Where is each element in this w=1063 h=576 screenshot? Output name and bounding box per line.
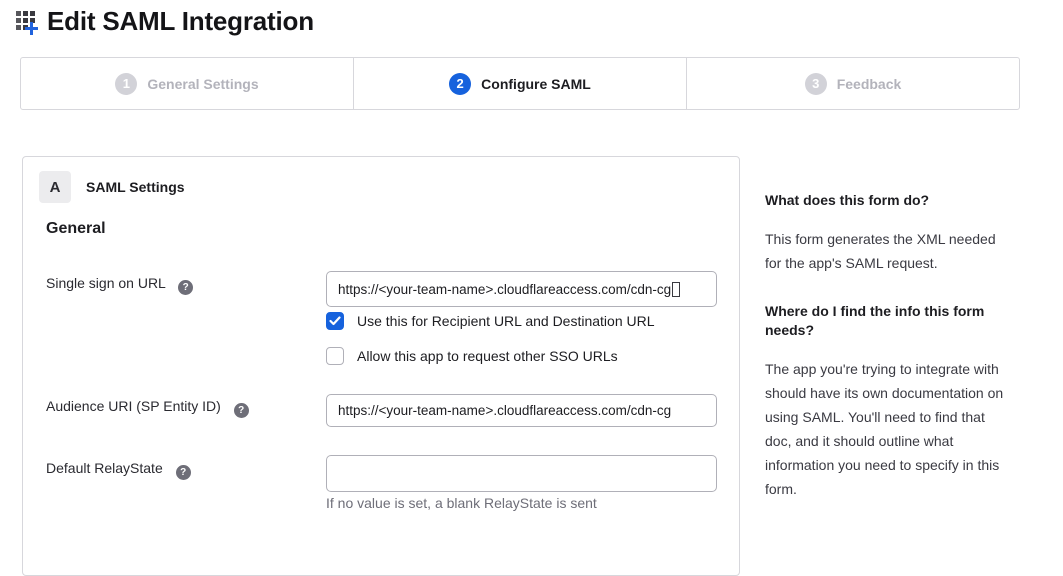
section-letter-badge: A <box>39 171 71 203</box>
audience-uri-label: Audience URI (SP Entity ID) ? <box>46 398 249 418</box>
text-cursor <box>672 282 680 297</box>
step-number-badge: 1 <box>115 73 137 95</box>
sso-url-input[interactable]: https://<your-team-name>.cloudflareacces… <box>326 271 717 307</box>
step-number-badge: 2 <box>449 73 471 95</box>
app-grid-plus-icon <box>16 8 43 36</box>
panel-header: A SAML Settings <box>39 171 185 203</box>
checkbox-label: Use this for Recipient URL and Destinati… <box>357 313 655 329</box>
section-title: SAML Settings <box>86 179 185 195</box>
wizard-steps: 1 General Settings 2 Configure SAML 3 Fe… <box>20 57 1020 110</box>
checkbox-unchecked-icon[interactable] <box>326 347 344 365</box>
saml-settings-panel: A SAML Settings General Single sign on U… <box>22 156 740 576</box>
step-configure-saml[interactable]: 2 Configure SAML <box>353 58 686 109</box>
group-heading-general: General <box>46 220 106 238</box>
recipient-url-checkbox-row[interactable]: Use this for Recipient URL and Destinati… <box>326 312 655 330</box>
step-label: Configure SAML <box>481 76 591 92</box>
sidebar-heading: Where do I find the info this form needs… <box>765 302 1013 340</box>
step-label: Feedback <box>837 76 902 92</box>
step-label: General Settings <box>147 76 258 92</box>
checkbox-checked-icon[interactable] <box>326 312 344 330</box>
relay-state-label: Default RelayState ? <box>46 460 191 480</box>
audience-uri-input[interactable]: https://<your-team-name>.cloudflareacces… <box>326 394 717 427</box>
audience-uri-value: https://<your-team-name>.cloudflareacces… <box>338 403 671 418</box>
sidebar-heading: What does this form do? <box>765 191 1013 210</box>
page-title: Edit SAML Integration <box>47 6 314 37</box>
help-sidebar: What does this form do? This form genera… <box>765 191 1013 528</box>
sso-url-value: https://<your-team-name>.cloudflareacces… <box>338 282 671 297</box>
step-number-badge: 3 <box>805 73 827 95</box>
sidebar-paragraph: The app you're trying to integrate with … <box>765 357 1013 501</box>
relay-state-hint: If no value is set, a blank RelayState i… <box>326 495 597 511</box>
page-header: Edit SAML Integration <box>16 6 314 37</box>
help-icon[interactable]: ? <box>234 403 249 418</box>
relay-state-input[interactable] <box>326 455 717 492</box>
sso-url-label: Single sign on URL ? <box>46 275 193 295</box>
help-icon[interactable]: ? <box>178 280 193 295</box>
help-icon[interactable]: ? <box>176 465 191 480</box>
step-general-settings[interactable]: 1 General Settings <box>21 58 353 109</box>
sidebar-paragraph: This form generates the XML needed for t… <box>765 227 1013 275</box>
checkbox-label: Allow this app to request other SSO URLs <box>357 348 618 364</box>
step-feedback[interactable]: 3 Feedback <box>686 58 1019 109</box>
other-sso-checkbox-row[interactable]: Allow this app to request other SSO URLs <box>326 347 618 365</box>
